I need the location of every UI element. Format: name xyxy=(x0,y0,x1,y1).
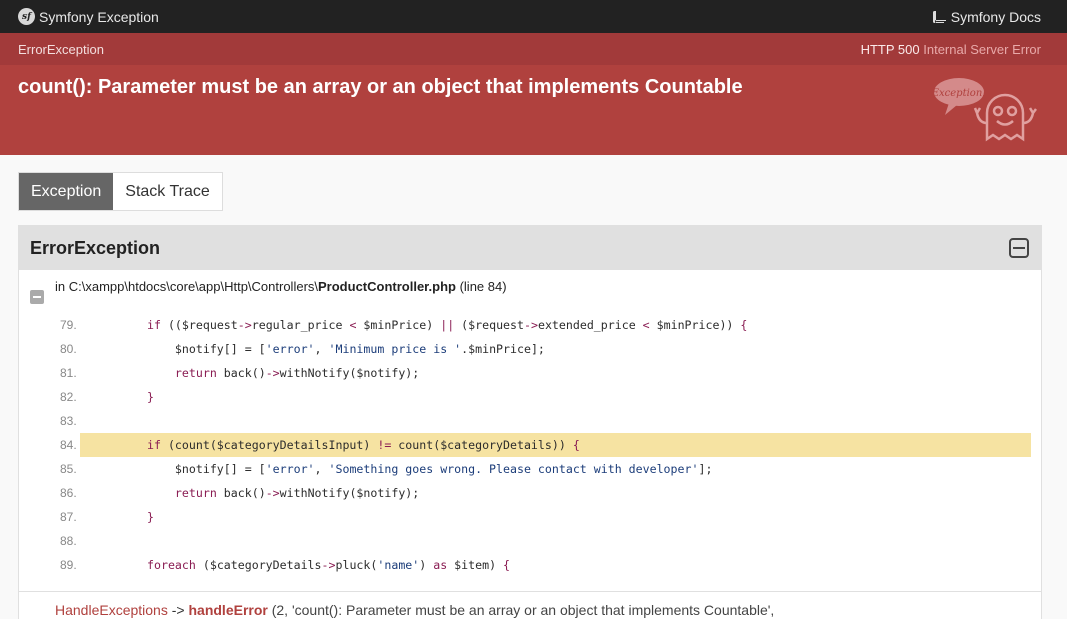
trace-args: (2, 'count(): Parameter must be an array… xyxy=(271,602,775,618)
code-line: 86. return back() -> withNotify($notify); xyxy=(19,481,1041,505)
status-bar: ErrorException HTTP 500 Internal Server … xyxy=(0,33,1067,65)
code-line: 83. xyxy=(19,409,1041,433)
code-line: 85. $notify[] = ['error', 'Something goe… xyxy=(19,457,1041,481)
code-text: } xyxy=(147,390,154,404)
panel-header: ErrorException xyxy=(19,226,1041,270)
code-line: 80. $notify[] = ['error', 'Minimum price… xyxy=(19,337,1041,361)
code-line: 87.} xyxy=(19,505,1041,529)
line-number: 80. xyxy=(60,342,77,356)
toggle-code-icon[interactable] xyxy=(30,290,44,304)
code-text: foreach ($categoryDetails -> pluck('name')… xyxy=(147,558,511,572)
line-number: 81. xyxy=(60,366,77,380)
code-text: } xyxy=(147,510,154,524)
file-line-number: (line 84) xyxy=(459,279,507,294)
symfony-docs-link[interactable]: Symfony Docs xyxy=(932,8,1041,25)
code-line: 81. return back() -> withNotify($notify); xyxy=(19,361,1041,385)
tab-exception[interactable]: Exception xyxy=(19,173,114,210)
code-line: 79. if (($request -> regular_price < $minPr… xyxy=(19,313,1041,337)
exception-panel: ErrorException in C:\xampp\htdocs\core\a… xyxy=(18,225,1042,619)
exception-ghost-icon: Exception! xyxy=(931,78,1037,142)
http-text: Internal Server Error xyxy=(923,41,1041,57)
symfony-logo-icon: sf xyxy=(18,8,35,25)
code-line: 89. foreach ($categoryDetails -> pluck('nam… xyxy=(19,553,1041,577)
brand-title: Symfony Exception xyxy=(39,8,159,25)
exception-class: ErrorException xyxy=(18,41,104,57)
svg-text:Exception!: Exception! xyxy=(931,88,986,99)
line-number: 87. xyxy=(60,510,77,524)
trace-class[interactable]: HandleExceptions xyxy=(55,602,168,618)
code-text: $notify[] = ['error', 'Something goes wr… xyxy=(147,462,713,476)
tab-bar: Exception Stack Trace xyxy=(18,172,223,211)
trace-arrow: -> xyxy=(171,602,185,618)
file-location: in C:\xampp\htdocs\core\app\Http\Control… xyxy=(19,270,1041,304)
code-snippet: 79. if (($request -> regular_price < $minPr… xyxy=(19,313,1041,577)
book-icon xyxy=(932,10,946,23)
brand: sf Symfony Exception xyxy=(18,8,159,25)
http-status: HTTP 500 Internal Server Error xyxy=(861,42,1041,57)
docs-label: Symfony Docs xyxy=(950,8,1041,25)
code-text: if (count($categoryDetailsInput) != coun… xyxy=(80,433,1031,457)
line-number: 86. xyxy=(60,486,77,500)
code-text: return back() -> withNotify($notify); xyxy=(147,486,420,500)
file-name[interactable]: ProductController.php xyxy=(318,279,456,294)
line-number: 88. xyxy=(60,534,77,548)
http-code: HTTP 500 xyxy=(860,41,920,57)
trace-entry: HandleExceptions -> handleError (2, 'cou… xyxy=(55,602,774,618)
line-number: 83. xyxy=(60,414,77,428)
line-number: 82. xyxy=(60,390,77,404)
panel-title: ErrorException xyxy=(30,237,161,258)
divider xyxy=(19,591,1041,592)
top-bar: sf Symfony Exception Symfony Docs xyxy=(0,0,1067,33)
trace-function: handleError xyxy=(188,602,268,618)
line-number: 79. xyxy=(60,318,77,332)
tab-stack-trace[interactable]: Stack Trace xyxy=(113,173,221,210)
exception-message: count(): Parameter must be an array or a… xyxy=(18,76,743,98)
code-text: $notify[] = ['error', 'Minimum price is … xyxy=(147,342,545,356)
exception-header: count(): Parameter must be an array or a… xyxy=(0,65,1067,155)
code-line: 82.} xyxy=(19,385,1041,409)
line-number: 84. xyxy=(60,438,77,452)
code-text: return back() -> withNotify($notify); xyxy=(147,366,420,380)
line-number: 85. xyxy=(60,462,77,476)
line-number: 89. xyxy=(60,558,77,572)
code-text: if (($request -> regular_price < $minPrice… xyxy=(147,318,748,332)
file-path: in C:\xampp\htdocs\core\app\Http\Control… xyxy=(55,279,319,294)
code-line: 88. xyxy=(19,529,1041,553)
code-line: 84. if (count($categoryDetailsInput) != c… xyxy=(19,433,1041,457)
collapse-icon[interactable] xyxy=(1009,238,1029,258)
